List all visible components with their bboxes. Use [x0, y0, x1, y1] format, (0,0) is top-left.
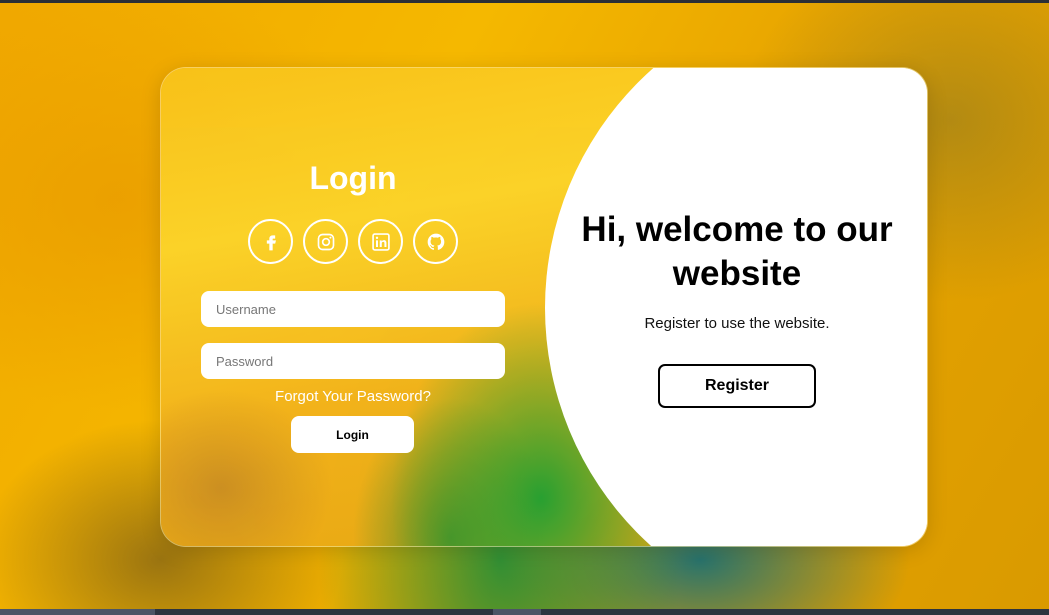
linkedin-button[interactable]	[358, 219, 403, 264]
auth-card: Login Forgot Your Password? Login Hi, we…	[160, 67, 928, 547]
taskbar-strip	[0, 609, 1049, 615]
login-button[interactable]: Login	[291, 416, 414, 453]
github-icon	[427, 233, 444, 250]
social-links	[248, 219, 460, 265]
browser-top-bar	[0, 0, 1049, 3]
password-input[interactable]	[201, 343, 505, 379]
instagram-button[interactable]	[303, 219, 348, 264]
username-input[interactable]	[201, 291, 505, 327]
linkedin-icon	[371, 232, 390, 251]
forgot-password-link[interactable]: Forgot Your Password?	[161, 388, 545, 405]
register-button[interactable]: Register	[658, 364, 816, 408]
facebook-button[interactable]	[248, 219, 293, 264]
facebook-icon	[266, 234, 276, 250]
welcome-subtitle: Register to use the website.	[644, 315, 830, 332]
welcome-panel	[781, 68, 927, 546]
login-title: Login	[309, 160, 397, 196]
welcome-title: Hi, welcome to our website	[581, 210, 893, 293]
taskbar-segment	[493, 609, 541, 615]
github-button[interactable]	[413, 219, 458, 264]
instagram-icon	[317, 233, 334, 250]
taskbar-segment	[0, 609, 155, 615]
